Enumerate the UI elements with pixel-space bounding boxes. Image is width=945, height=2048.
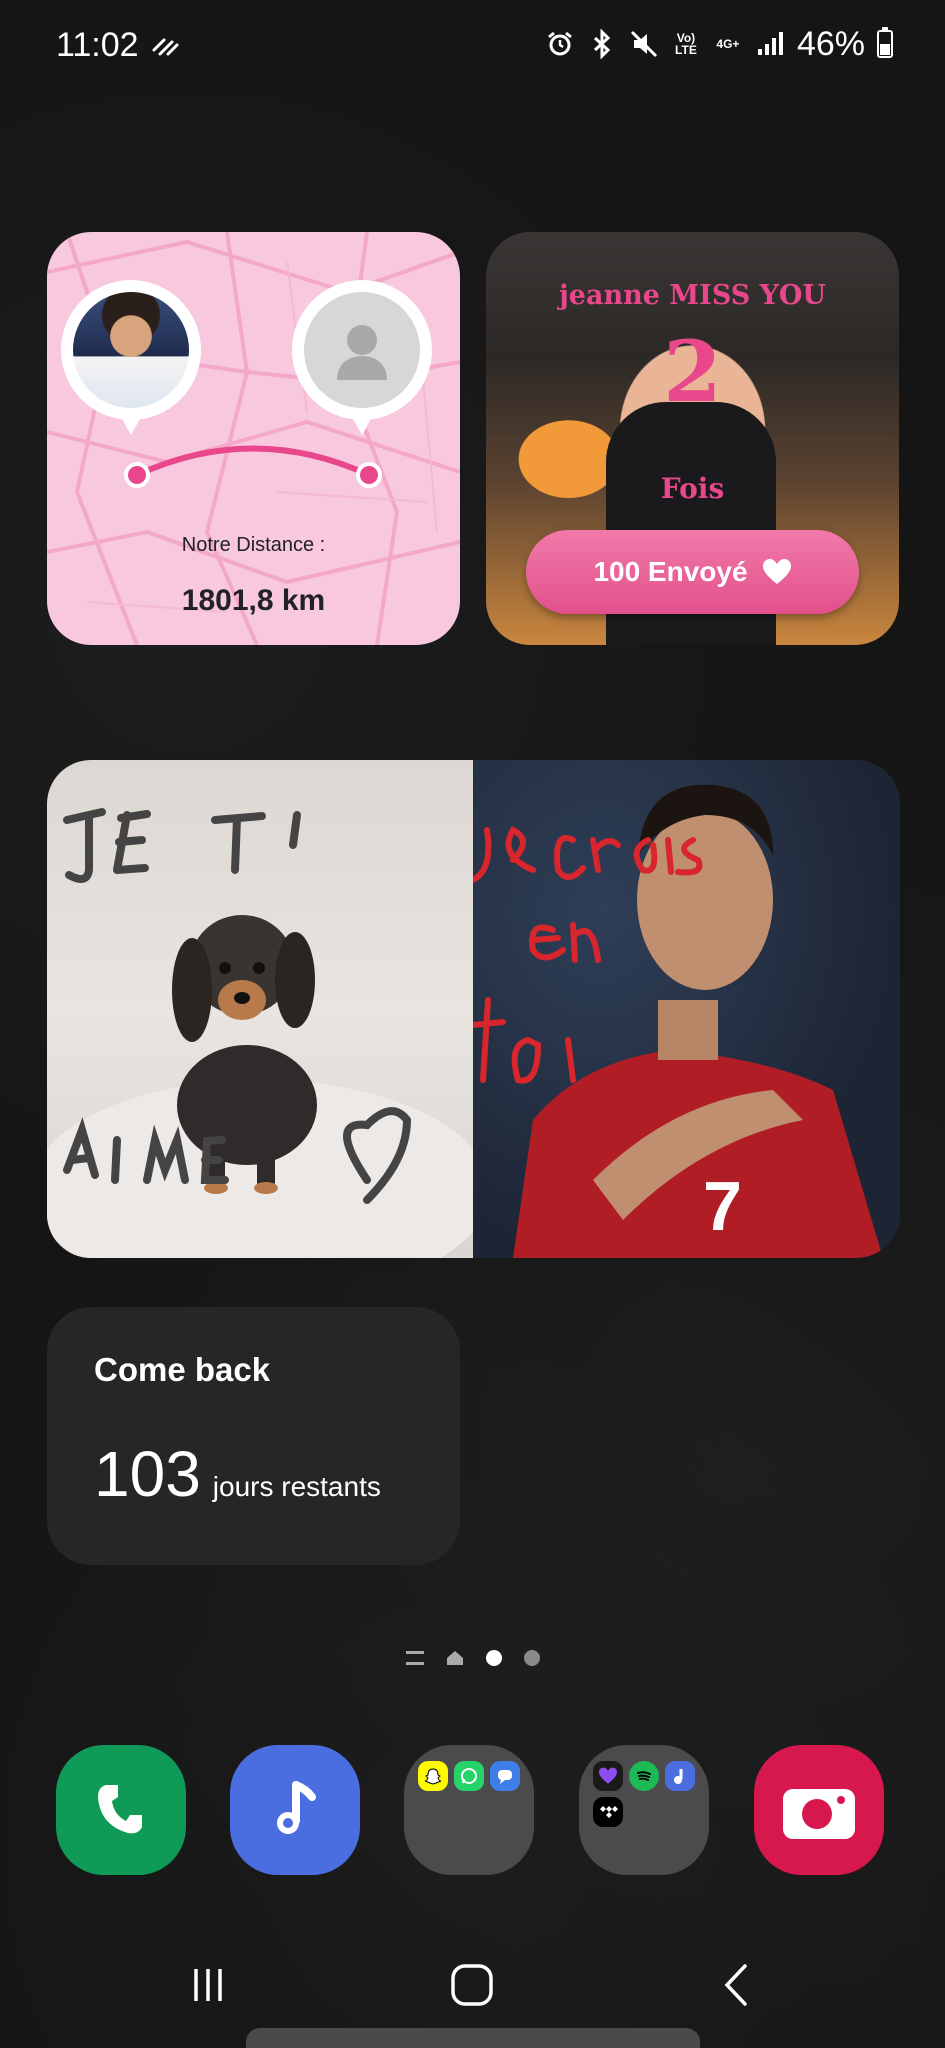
- recents-button[interactable]: [168, 1955, 248, 2015]
- page-dot-2[interactable]: [523, 1650, 540, 1666]
- distance-label: Notre Distance :: [181, 534, 326, 556]
- gesture-handle: [246, 2028, 700, 2048]
- countdown-title: Come back: [94, 1351, 271, 1388]
- samsung-music-icon: [665, 1761, 695, 1791]
- distance-widget[interactable]: Notre Distance : 1801,8 km: [47, 232, 460, 645]
- back-icon: [724, 1964, 747, 2006]
- dog-photo: [47, 760, 490, 1258]
- status-bar: 11:02 Vo) LTE 4G+ 46%: [0, 0, 945, 90]
- messages-icon: [490, 1761, 520, 1791]
- miss-you-unit: Fois: [660, 472, 725, 505]
- music-folder[interactable]: [579, 1745, 709, 1875]
- dock: [0, 1745, 945, 1877]
- svg-text:7: 7: [703, 1167, 742, 1245]
- page-list-icon[interactable]: [405, 1651, 424, 1665]
- distance-value: 1801,8 km: [181, 584, 326, 617]
- snapchat-icon: [418, 1761, 448, 1791]
- miss-you-count: 2: [663, 322, 722, 421]
- alarm-icon: [545, 29, 575, 59]
- 4g-plus-icon: 4G+: [716, 37, 740, 51]
- countdown-widget[interactable]: Come back 103 jours restants: [47, 1307, 460, 1565]
- status-time: 11:02: [56, 26, 139, 64]
- countdown-row: 103 jours restants: [94, 1437, 381, 1511]
- send-miss-you-button[interactable]: 100 Envoyé: [526, 530, 859, 614]
- volte-icon: Vo) LTE: [675, 31, 697, 57]
- back-button[interactable]: [696, 1955, 776, 2015]
- battery-percent: 46%: [796, 24, 865, 63]
- mute-icon: [629, 29, 659, 59]
- data-saver-icon: [152, 38, 179, 56]
- status-icons: Vo) LTE 4G+ 46%: [545, 24, 893, 64]
- recents-icon: [194, 1969, 222, 2001]
- signal-icon: [755, 29, 785, 59]
- photo-widget[interactable]: 7: [47, 760, 900, 1258]
- ronaldo-photo: 7: [470, 760, 900, 1258]
- home-page-icon[interactable]: [446, 1650, 464, 1666]
- tidal-icon: [593, 1797, 623, 1827]
- page-indicator[interactable]: [0, 1650, 945, 1666]
- home-button[interactable]: [432, 1955, 512, 2015]
- heart-icon: [762, 559, 791, 584]
- miss-you-title: jeanne MISS YOU: [559, 280, 826, 311]
- purple-heart-icon: [593, 1761, 623, 1791]
- home-icon: [451, 1964, 493, 2006]
- countdown-unit: jours restants: [212, 1471, 381, 1502]
- camera-app-icon[interactable]: [754, 1745, 884, 1875]
- phone-app-icon[interactable]: [56, 1745, 186, 1875]
- spotify-icon: [629, 1761, 659, 1791]
- page-dot-1[interactable]: [485, 1650, 502, 1666]
- music-app-icon[interactable]: [230, 1745, 360, 1875]
- navigation-bar: [0, 1935, 945, 2035]
- miss-you-widget[interactable]: jeanne MISS YOU 2 Fois 100 Envoyé: [486, 232, 899, 645]
- countdown-number: 103: [94, 1438, 201, 1510]
- bluetooth-icon: [587, 29, 617, 59]
- sent-count-label: 100 Envoyé: [593, 556, 748, 587]
- social-folder[interactable]: [404, 1745, 534, 1875]
- whatsapp-icon: [454, 1761, 484, 1791]
- battery-icon: [877, 27, 893, 58]
